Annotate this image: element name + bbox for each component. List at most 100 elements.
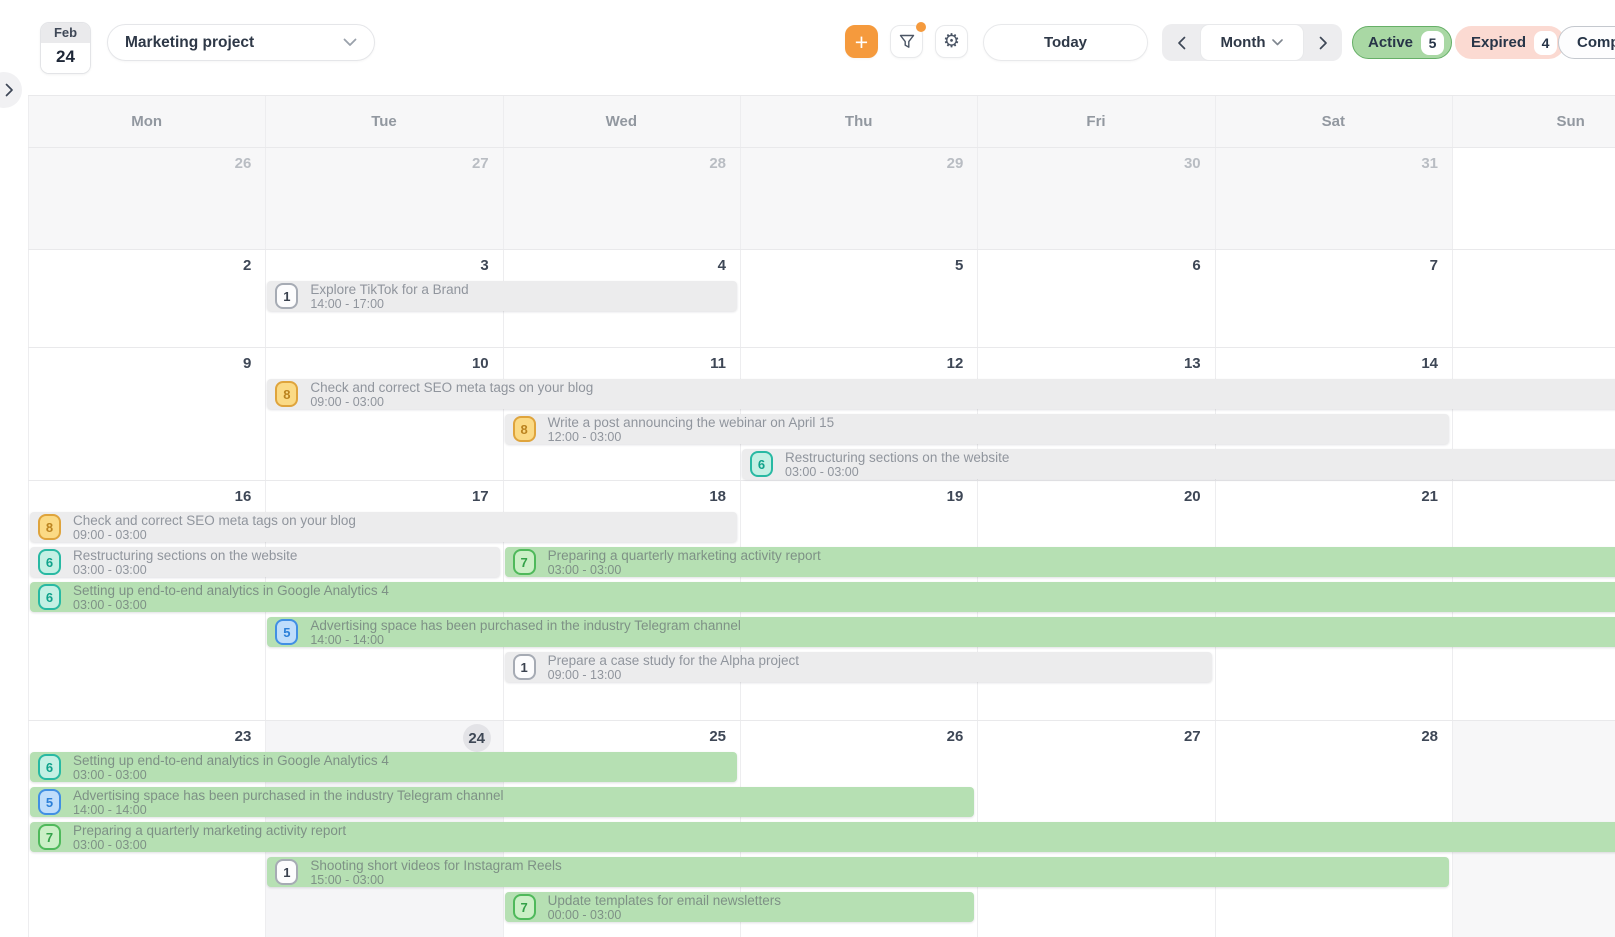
event-bar[interactable]: 6Setting up end-to-end analytics in Goog…: [30, 582, 1615, 612]
event-time: 03:00 - 03:00: [785, 465, 1009, 479]
event-bar[interactable]: 5Advertising space has been purchased in…: [267, 617, 1615, 647]
next-period-button[interactable]: [1304, 24, 1342, 61]
event-title: Write a post announcing the webinar on A…: [548, 416, 834, 430]
event-text: Restructuring sections on the website03:…: [73, 548, 297, 577]
event-bar[interactable]: 7 Preparing a quarterly marketing activit…: [505, 547, 1615, 577]
event-text: Prepare a case study for the Alpha proje…: [548, 653, 799, 682]
event-title: Preparing a quarterly marketing activity…: [73, 824, 346, 838]
event-time: 15:00 - 03:00: [310, 873, 561, 887]
date-label: 25: [692, 728, 726, 745]
grid-line-vertical: [977, 95, 978, 937]
date-label: 7: [1404, 257, 1438, 274]
add-event-button[interactable]: +: [845, 25, 878, 58]
date-label: 11: [692, 355, 726, 372]
settings-button[interactable]: ⚙: [935, 25, 968, 58]
date-label: 28: [1404, 728, 1438, 745]
event-time: 03:00 - 03:00: [73, 768, 389, 782]
event-badge: 7: [38, 824, 61, 850]
event-badge: 1: [275, 859, 298, 885]
event-bar[interactable]: 1 Shooting short videos for Instagram Ree…: [267, 857, 1449, 887]
event-title: Setting up end-to-end analytics in Googl…: [73, 754, 389, 768]
event-badge: 8: [38, 514, 61, 540]
event-time: 03:00 - 03:00: [548, 563, 821, 577]
date-label: 21: [1404, 488, 1438, 505]
event-bar[interactable]: 7Update templates for email newsletters0…: [505, 892, 975, 922]
filter-pill-expired[interactable]: Expired 4: [1455, 26, 1565, 59]
date-widget-day: 24: [41, 43, 90, 73]
event-bar[interactable]: 8Check and correct SEO meta tags on your…: [267, 379, 1615, 409]
event-badge: 7: [513, 549, 536, 575]
grid-line-vertical: [28, 95, 29, 937]
event-bar[interactable]: 6Setting up end-to-end analytics in Goog…: [30, 752, 737, 782]
event-time: 03:00 - 03:00: [73, 563, 297, 577]
date-label: 29: [929, 155, 963, 172]
event-time: 12:00 - 03:00: [548, 430, 834, 444]
project-selector[interactable]: Marketing project: [107, 24, 375, 61]
today-button[interactable]: Today: [983, 24, 1148, 61]
date-label: 28: [692, 155, 726, 172]
date-label: 26: [929, 728, 963, 745]
event-text: Shooting short videos for Instagram Reel…: [310, 858, 561, 887]
project-selector-label: Marketing project: [125, 34, 254, 52]
prev-period-button[interactable]: [1162, 24, 1200, 61]
date-label: 27: [455, 155, 489, 172]
event-text: Update templates for email newsletters00…: [548, 893, 781, 922]
event-time: 14:00 - 14:00: [310, 633, 741, 647]
event-title: Explore TikTok for a Brand: [310, 283, 468, 297]
grid-line-horizontal: [28, 347, 1615, 348]
event-text: Preparing a quarterly marketing activity…: [73, 823, 346, 852]
event-text: Check and correct SEO meta tags on your …: [73, 513, 356, 542]
weekday-header: Sun: [1452, 95, 1615, 147]
filter-funnel-icon: [899, 34, 915, 49]
event-text: Preparing a quarterly marketing activity…: [548, 548, 821, 577]
event-bar[interactable]: 8 Check and correct SEO meta tags on your…: [30, 512, 737, 542]
grid-line-horizontal: [28, 720, 1615, 721]
date-label: 18: [692, 488, 726, 505]
event-bar[interactable]: 7 Preparing a quarterly marketing activit…: [30, 822, 1615, 852]
filter-pill-expired-label: Expired: [1471, 34, 1526, 51]
filter-button[interactable]: [890, 25, 923, 58]
event-bar[interactable]: 5Advertising space has been purchased in…: [30, 787, 974, 817]
event-text: Setting up end-to-end analytics in Googl…: [73, 583, 389, 612]
event-bar[interactable]: 6Restructuring sections on the website03…: [30, 547, 500, 577]
event-bar[interactable]: 8 Write a post announcing the webinar on …: [505, 414, 1449, 444]
event-bar[interactable]: 1 Prepare a case study for the Alpha proj…: [505, 652, 1212, 682]
day-cell[interactable]: [1452, 147, 1615, 249]
event-badge: 6: [750, 451, 773, 477]
event-title: Check and correct SEO meta tags on your …: [310, 381, 593, 395]
toolbar: Feb 24 Marketing project + ⚙ Today Month: [0, 0, 1615, 95]
date-label: 12: [929, 355, 963, 372]
chevron-right-icon: [1319, 36, 1328, 50]
event-title: Preparing a quarterly marketing activity…: [548, 549, 821, 563]
date-label: 6: [1167, 257, 1201, 274]
chevron-down-icon: [1272, 39, 1283, 46]
event-title: Prepare a case study for the Alpha proje…: [548, 654, 799, 668]
view-selector[interactable]: Month: [1200, 24, 1304, 61]
date-label: 5: [929, 257, 963, 274]
event-bar[interactable]: 6 Restructuring sections on the website03…: [742, 449, 1615, 479]
date-label: 30: [1167, 155, 1201, 172]
date-label: 9: [217, 355, 251, 372]
event-badge: 1: [513, 654, 536, 680]
event-text: Check and correct SEO meta tags on your …: [310, 380, 593, 409]
event-bar[interactable]: 1 Explore TikTok for a Brand14:00 - 17:00: [267, 281, 737, 311]
date-label: 13: [1167, 355, 1201, 372]
event-title: Shooting short videos for Instagram Reel…: [310, 859, 561, 873]
event-badge: 8: [513, 416, 536, 442]
date-widget: Feb 24: [40, 22, 91, 74]
event-text: Advertising space has been purchased in …: [310, 618, 741, 647]
filter-pill-active[interactable]: Active 5: [1352, 26, 1452, 59]
event-text: Restructuring sections on the website03:…: [785, 450, 1009, 479]
event-title: Advertising space has been purchased in …: [73, 789, 504, 803]
event-text: Write a post announcing the webinar on A…: [548, 415, 834, 444]
date-label: 19: [929, 488, 963, 505]
chevron-left-icon: [1177, 36, 1186, 50]
event-time: 09:00 - 03:00: [310, 395, 593, 409]
event-text: Explore TikTok for a Brand14:00 - 17:00: [310, 282, 468, 311]
weekday-header: Mon: [28, 95, 265, 147]
filter-pill-completed[interactable]: Compl: [1558, 26, 1615, 59]
date-label: 27: [1167, 728, 1201, 745]
day-cell[interactable]: [1452, 249, 1615, 347]
event-badge: 1: [275, 283, 298, 309]
date-label: 2: [217, 257, 251, 274]
